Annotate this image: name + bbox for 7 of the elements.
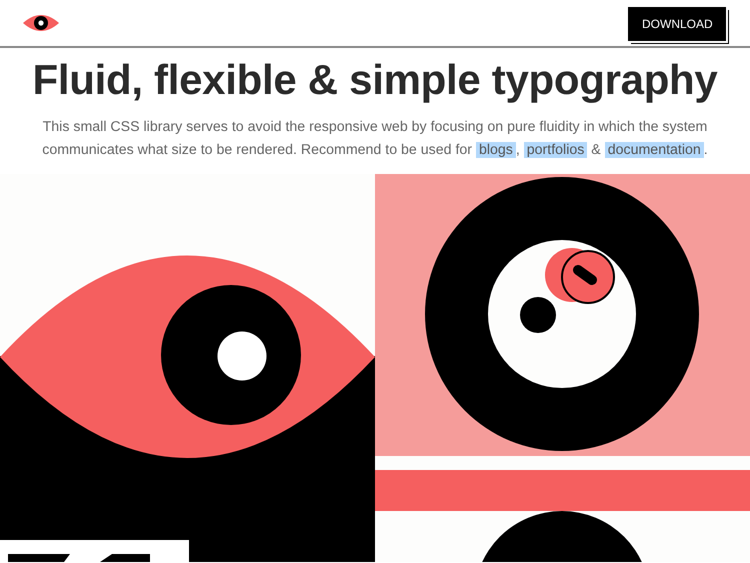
link[interactable]: blogs (476, 142, 516, 158)
link[interactable]: portfolios (524, 142, 588, 158)
link[interactable]: documentation (604, 142, 704, 158)
download-button[interactable]: DOWNLOAD (628, 6, 726, 40)
intro-paragraph: This small CSS library serves to avoid the responsive web by focusing on pure fluidity in which the system communicates what size to be rendered. Recommend to be used for blogs , portfolios & documentation . (41, 118, 709, 160)
eye-logo-icon[interactable] (22, 12, 60, 34)
page-title: Fluid, flexible & simple typography (32, 55, 718, 105)
